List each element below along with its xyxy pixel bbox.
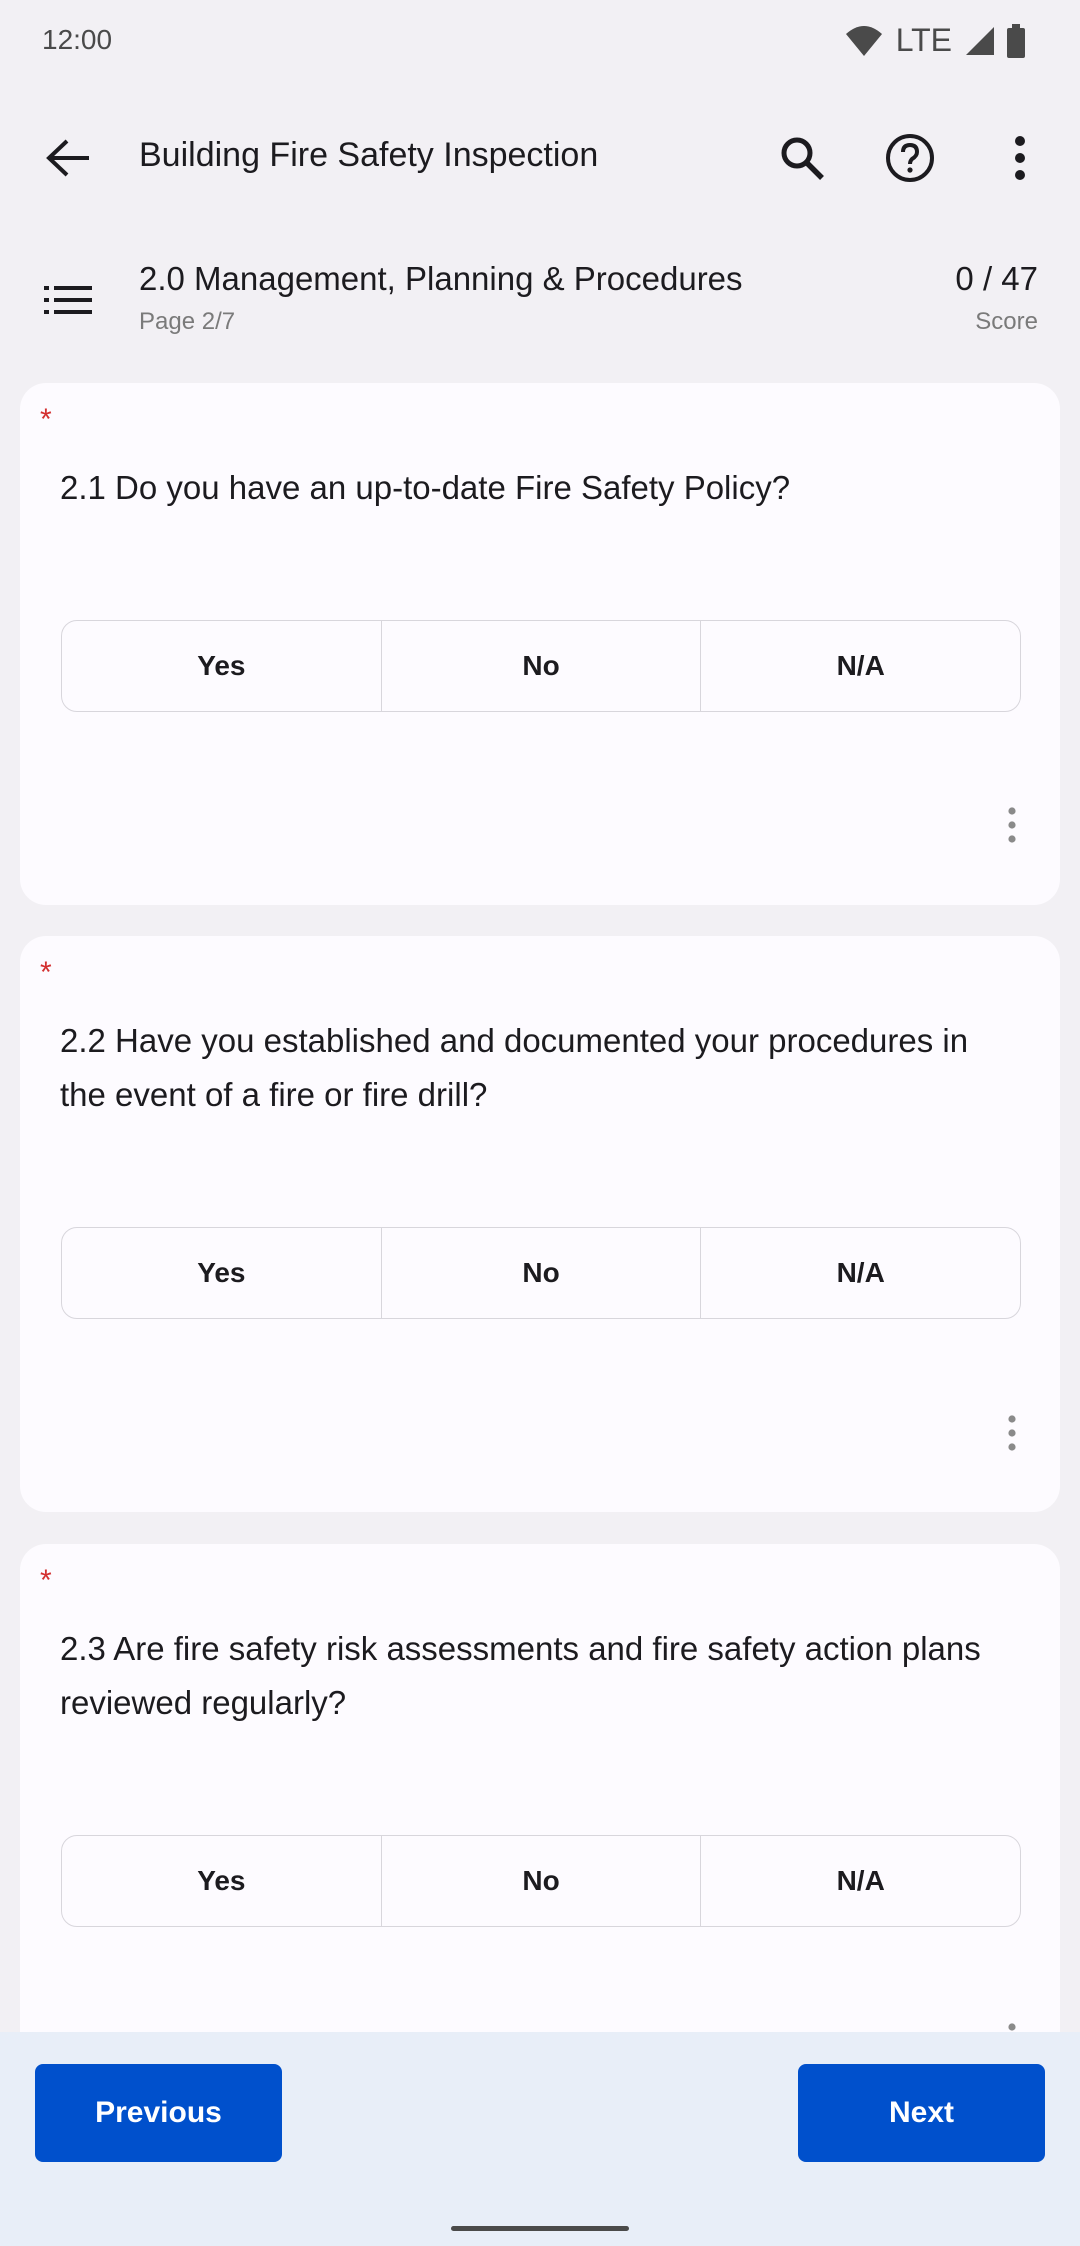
question-text: 2.1 Do you have an up-to-date Fire Safet… — [60, 469, 791, 506]
response-yes-button[interactable]: Yes — [62, 1836, 381, 1926]
back-button[interactable] — [40, 130, 96, 186]
response-na-button[interactable]: N/A — [700, 621, 1020, 711]
more-vert-icon — [1008, 1415, 1016, 1451]
question-menu-button[interactable] — [992, 1408, 1032, 1458]
response-selector: Yes No N/A — [61, 1227, 1021, 1319]
top-app-bar: Building Fire Safety Inspection — [0, 100, 1080, 216]
question-card: * 2.2 Have you established and documente… — [20, 936, 1060, 1512]
response-selector: Yes No N/A — [61, 620, 1021, 712]
more-vert-icon — [1015, 136, 1025, 180]
section-header: 2.0 Management, Planning & Procedures Pa… — [0, 250, 1080, 350]
search-icon — [781, 137, 824, 180]
response-selector: Yes No N/A — [61, 1835, 1021, 1927]
bottom-navigation-bar: Previous Next — [0, 2032, 1080, 2246]
status-time: 12:00 — [42, 24, 113, 55]
gesture-handle[interactable] — [451, 2226, 629, 2231]
page-indicator: Page 2/7 — [139, 308, 236, 335]
help-button[interactable] — [880, 128, 940, 188]
response-na-button[interactable]: N/A — [700, 1836, 1020, 1926]
previous-button[interactable]: Previous — [35, 2064, 282, 2162]
response-no-button[interactable]: No — [380, 1836, 701, 1926]
wifi-icon — [845, 25, 882, 56]
response-na-button[interactable]: N/A — [700, 1228, 1020, 1318]
overflow-menu-button[interactable] — [990, 128, 1050, 188]
network-type: LTE — [895, 22, 952, 58]
page-title: Building Fire Safety Inspection — [139, 136, 599, 174]
required-marker: * — [40, 403, 52, 436]
status-icons: LTE — [844, 22, 1026, 59]
signal-icon — [966, 26, 994, 55]
back-arrow-icon — [46, 139, 89, 177]
score-label: Score — [975, 308, 1038, 335]
response-no-button[interactable]: No — [380, 621, 701, 711]
status-bar: 12:00 LTE — [0, 0, 1080, 84]
response-yes-button[interactable]: Yes — [62, 1228, 381, 1318]
response-no-button[interactable]: No — [380, 1228, 701, 1318]
table-of-contents-button[interactable] — [40, 272, 96, 328]
response-yes-button[interactable]: Yes — [62, 621, 381, 711]
section-title: 2.0 Management, Planning & Procedures — [139, 260, 743, 297]
more-vert-icon — [1008, 807, 1016, 843]
required-marker: * — [40, 1564, 52, 1597]
score-value: 0 / 47 — [955, 260, 1038, 297]
next-button[interactable]: Next — [798, 2064, 1045, 2162]
question-menu-button[interactable] — [992, 800, 1032, 850]
question-text: 2.2 Have you established and documented … — [60, 1022, 969, 1113]
question-card: * 2.1 Do you have an up-to-date Fire Saf… — [20, 383, 1060, 905]
battery-icon — [1007, 23, 1025, 58]
search-button[interactable] — [772, 128, 832, 188]
list-icon — [44, 286, 92, 314]
help-icon — [886, 134, 934, 182]
required-marker: * — [40, 956, 52, 989]
question-text: 2.3 Are fire safety risk assessments and… — [60, 1630, 981, 1721]
